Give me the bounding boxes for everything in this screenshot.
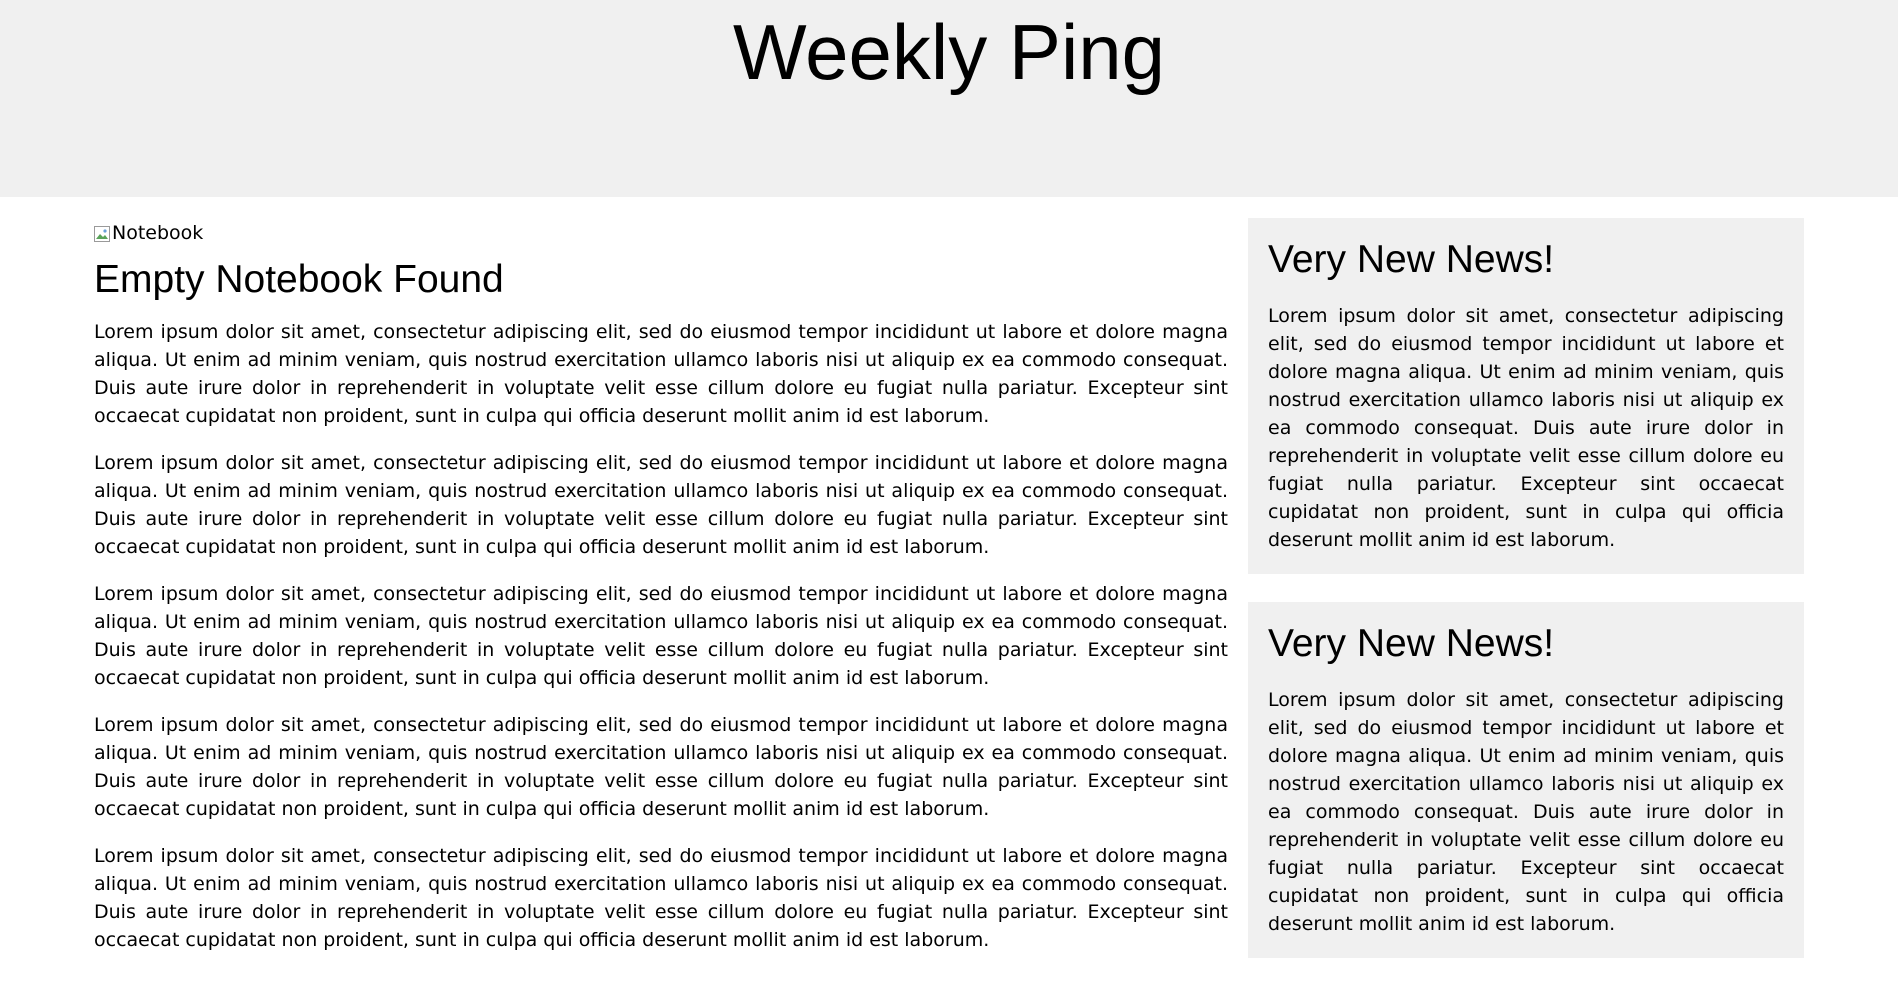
article-paragraph: Lorem ipsum dolor sit amet, consectetur … — [94, 714, 1228, 820]
news-card-title: Very New News! — [1268, 622, 1555, 665]
notebook-image: Notebook — [94, 218, 203, 248]
article-paragraph: Lorem ipsum dolor sit amet, consectetur … — [94, 452, 1228, 558]
news-card: Very New News! Lorem ipsum dolor sit ame… — [1248, 602, 1804, 958]
article-paragraph: Lorem ipsum dolor sit amet, consectetur … — [94, 583, 1228, 689]
main-article: Notebook Empty Notebook Found Lorem ipsu… — [94, 218, 1228, 973]
news-card-title: Very New News! — [1268, 238, 1555, 281]
news-sidebar: Very New News! Lorem ipsum dolor sit ame… — [1248, 218, 1804, 986]
article-paragraph: Lorem ipsum dolor sit amet, consectetur … — [94, 845, 1228, 951]
site-title: Weekly Ping — [732, 8, 1166, 96]
broken-image-icon — [94, 226, 110, 242]
article-paragraph: Lorem ipsum dolor sit amet, consectetur … — [94, 321, 1228, 427]
image-alt-text: Notebook — [112, 222, 204, 244]
news-card-body: Lorem ipsum dolor sit amet, consectetur … — [1268, 689, 1784, 935]
article-heading: Empty Notebook Found — [94, 258, 504, 301]
site-header: Weekly Ping — [0, 0, 1898, 197]
news-card: Very New News! Lorem ipsum dolor sit ame… — [1248, 218, 1804, 574]
news-card-body: Lorem ipsum dolor sit amet, consectetur … — [1268, 305, 1784, 551]
